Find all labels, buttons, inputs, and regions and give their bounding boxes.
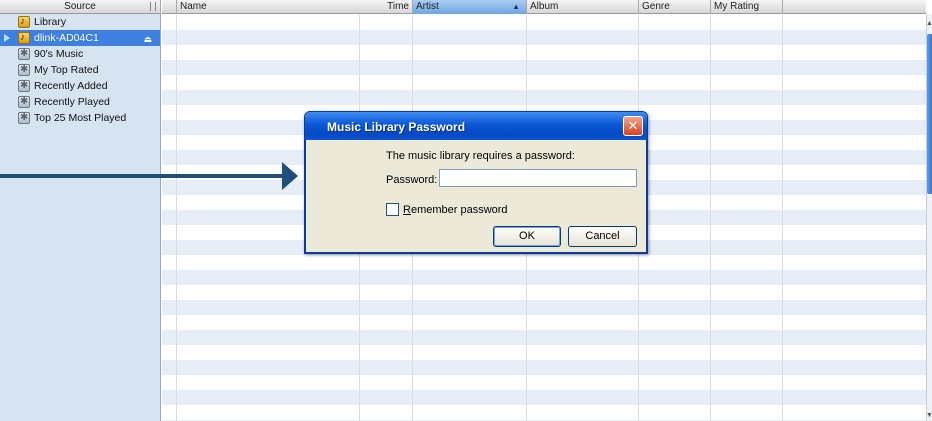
source-column-header[interactable]: Source <box>0 0 160 14</box>
column-divider <box>782 15 783 421</box>
remember-password-checkbox[interactable] <box>386 203 399 216</box>
sidebar-item-shared-library[interactable]: dlink-AD04C1 ⏏ <box>0 30 160 46</box>
sidebar-item-top-25-most-played[interactable]: Top 25 Most Played <box>0 110 160 126</box>
column-header-rating[interactable]: My Rating <box>710 0 782 14</box>
column-divider <box>176 15 177 421</box>
sidebar-item-label: Recently Played <box>34 96 110 108</box>
sidebar-item-my-top-rated[interactable]: My Top Rated <box>0 62 160 78</box>
remember-accesskey: R <box>403 203 411 216</box>
sidebar-item-label: Library <box>34 16 67 28</box>
remember-password-label-rest: emember password <box>410 203 508 216</box>
source-sidebar: Source Library dlink-AD04C1 ⏏ 90's Music… <box>0 0 161 421</box>
smart-playlist-icon <box>18 62 30 78</box>
scroll-down-icon[interactable]: ▼ <box>926 412 932 419</box>
sidebar-item-label: My Top Rated <box>34 64 99 76</box>
play-arrow-icon <box>4 34 10 42</box>
remember-password-label: Remember password <box>403 204 508 216</box>
vertical-scrollbar[interactable]: ▲ ▼ <box>926 14 932 421</box>
sidebar-item-label: Recently Added <box>34 80 108 92</box>
smart-playlist-icon <box>18 46 30 62</box>
annotation-arrow-icon <box>282 162 298 190</box>
dialog-title: Music Library Password <box>327 120 466 134</box>
dialog-body: The music library requires a password: P… <box>305 140 647 253</box>
close-icon: ✕ <box>627 118 639 133</box>
password-input[interactable] <box>439 169 637 187</box>
password-label: Password: <box>386 174 438 186</box>
eject-icon[interactable]: ⏏ <box>143 31 152 47</box>
column-header-bar: Name Time Artist ▲ Album Genre My Rating <box>162 0 926 14</box>
annotation-arrow-shaft <box>0 174 283 178</box>
sidebar-item-90s-music[interactable]: 90's Music <box>0 46 160 62</box>
scroll-up-icon[interactable]: ▲ <box>926 20 932 27</box>
sidebar-item-label: 90's Music <box>34 48 84 60</box>
scroll-thumb[interactable] <box>927 34 932 194</box>
column-header-artist-label: Artist <box>416 1 439 12</box>
sidebar-item-recently-added[interactable]: Recently Added <box>0 78 160 94</box>
column-header-time[interactable]: Time <box>360 0 412 14</box>
cancel-button[interactable]: Cancel <box>568 226 637 247</box>
library-icon <box>18 14 30 30</box>
music-library-password-dialog: Music Library Password ✕ The music libra… <box>304 111 648 254</box>
column-divider <box>710 15 711 421</box>
sidebar-item-label: Top 25 Most Played <box>34 112 127 124</box>
column-header-artist[interactable]: Artist ▲ <box>412 0 526 14</box>
smart-playlist-icon <box>18 94 30 110</box>
resize-grip-icon[interactable] <box>150 2 156 11</box>
column-header-album[interactable]: Album <box>526 0 638 14</box>
sidebar-item-library[interactable]: Library <box>0 14 160 30</box>
source-header-label: Source <box>64 1 96 12</box>
dialog-title-bar[interactable]: Music Library Password ✕ <box>305 112 647 140</box>
close-button[interactable]: ✕ <box>623 116 643 136</box>
smart-playlist-icon <box>18 110 30 126</box>
column-header-spacer <box>782 0 926 14</box>
ok-button[interactable]: OK <box>493 226 561 247</box>
column-header-name[interactable]: Name <box>176 0 360 14</box>
smart-playlist-icon <box>18 78 30 94</box>
column-header-genre[interactable]: Genre <box>638 0 710 14</box>
sort-ascending-icon: ▲ <box>512 2 520 11</box>
sidebar-item-recently-played[interactable]: Recently Played <box>0 94 160 110</box>
remember-password-option[interactable]: Remember password <box>386 203 508 216</box>
sidebar-item-label: dlink-AD04C1 <box>34 32 99 44</box>
dialog-message: The music library requires a password: <box>386 150 575 162</box>
device-icon <box>18 30 30 46</box>
